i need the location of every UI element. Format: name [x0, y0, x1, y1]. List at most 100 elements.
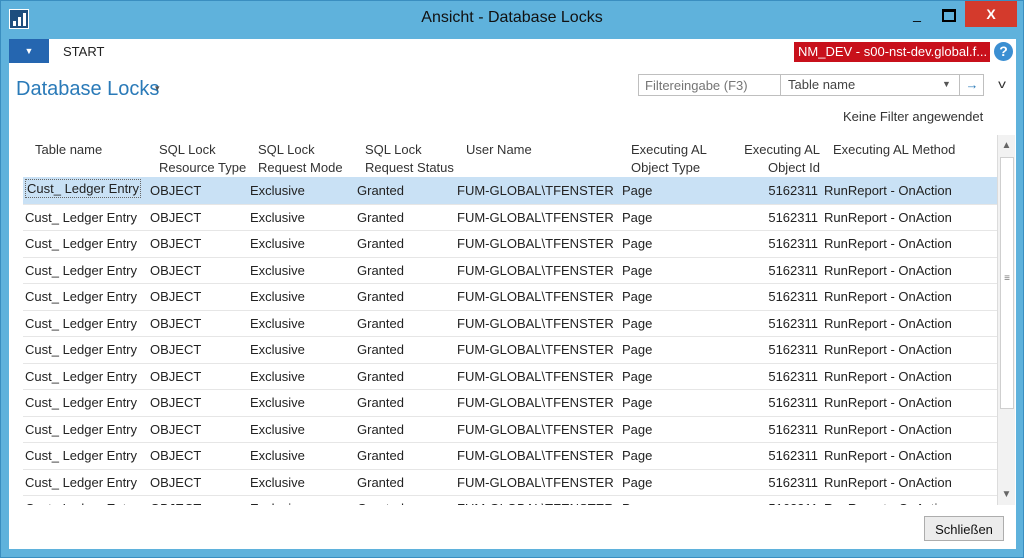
minimize-button[interactable]: _ [901, 1, 933, 27]
header-line: SQL Lock Resource Type [159, 142, 247, 175]
table-row[interactable]: Cust_ Ledger Entry OBJECT Exclusive Granted… [23, 495, 997, 505]
cell-resource-type: OBJECT [150, 421, 202, 437]
tab-start[interactable]: START [63, 44, 104, 59]
title-dropdown-icon[interactable]: ▾ [155, 83, 160, 94]
cell-user-name: FUM-GLOBAL\TFENSTER [457, 448, 614, 463]
cell-object-id: 5162311 [768, 395, 818, 410]
cell-object-type: Page [622, 209, 653, 225]
column-header-resource-type[interactable]: SQL Lock Resource Type [159, 141, 246, 177]
filter-input[interactable] [639, 75, 781, 95]
ribbon: ▼ START NM_DEV - s00-nst-dev.global.f...… [9, 39, 1016, 63]
cell-user-name: FUM-GLOBAL\TFENSTER [457, 501, 614, 505]
scrollbar-thumb[interactable]: ≡ [1000, 157, 1014, 409]
help-icon[interactable]: ? [994, 42, 1013, 61]
data-grid: Table name SQL Lock Resource Type SQL Loc… [23, 135, 997, 505]
cell-request-status: Granted [357, 236, 404, 251]
column-header-object-id[interactable]: Executing AL Object Id [744, 141, 820, 177]
cell-object-id: 5162311 [768, 342, 818, 357]
cell-object-type: Page [622, 315, 653, 331]
cell-object-id: 5162311 [768, 315, 818, 331]
header-line: SQL Lock Request Mode [258, 142, 343, 175]
dropdown-arrow-icon[interactable]: ▼ [942, 79, 951, 89]
title-bar[interactable]: Ansicht - Database Locks _ X [1, 1, 1023, 35]
cell-user-name: FUM-GLOBAL\TFENSTER [457, 342, 614, 357]
scroll-down-icon[interactable]: ▼ [998, 486, 1015, 503]
close-button[interactable]: Schließen [924, 516, 1004, 541]
header-line: SQL Lock Request Status [365, 142, 454, 175]
cell-al-method: RunReport - OnAction [824, 183, 952, 198]
cell-table-name: Cust_ Ledger Entry [25, 448, 138, 463]
cell-al-method: RunReport - OnAction [824, 236, 952, 251]
cell-al-method: RunReport - OnAction [824, 501, 952, 505]
cell-request-status: Granted [357, 183, 404, 198]
table-row[interactable]: Cust_ Ledger Entry OBJECT Exclusive Granted… [23, 177, 997, 205]
arrow-right-icon: → [965, 77, 979, 92]
cell-resource-type: OBJECT [150, 183, 202, 198]
table-row[interactable]: Cust_ Ledger Entry OBJECT Exclusive Granted… [23, 389, 997, 417]
table-row[interactable]: Cust_ Ledger Entry OBJECT Exclusive Granted… [23, 310, 997, 337]
cell-user-name: FUM-GLOBAL\TFENSTER [457, 395, 614, 410]
cell-request-mode: Exclusive [250, 368, 305, 384]
cell-table-name: Cust_ Ledger Entry [25, 501, 137, 505]
cell-table-name: Cust_ Ledger Entry [25, 474, 138, 490]
cell-request-status: Granted [357, 448, 404, 463]
table-row[interactable]: Cust_ Ledger Entry OBJECT Exclusive Granted… [23, 416, 997, 443]
cell-table-name: Cust_ Ledger Entry [25, 421, 138, 437]
table-row[interactable]: Cust_ Ledger Entry OBJECT Exclusive Granted… [23, 363, 997, 390]
column-header-table-name[interactable]: Table name [35, 141, 102, 159]
cell-object-type: Page [622, 421, 653, 437]
cell-object-id: 5162311 [768, 474, 818, 490]
cell-al-method: RunReport - OnAction [824, 342, 952, 357]
filter-field-select[interactable]: Table name [788, 77, 855, 92]
cell-request-mode: Exclusive [250, 289, 305, 304]
cell-object-type: Page [622, 262, 653, 278]
column-header-request-mode[interactable]: SQL Lock Request Mode [258, 141, 343, 177]
scroll-up-icon[interactable]: ▲ [998, 137, 1015, 154]
table-row[interactable]: Cust_ Ledger Entry OBJECT Exclusive Granted… [23, 442, 997, 470]
cell-request-status: Granted [357, 501, 404, 505]
table-row[interactable]: Cust_ Ledger Entry OBJECT Exclusive Granted… [23, 469, 997, 496]
cell-resource-type: OBJECT [150, 262, 202, 278]
cell-request-status: Granted [357, 368, 404, 384]
grip-icon: ≡ [1004, 273, 1010, 284]
cell-user-name: FUM-GLOBAL\TFENSTER [457, 421, 614, 437]
cell-table-name: Cust_ Ledger Entry [25, 209, 138, 225]
table-row[interactable]: Cust_ Ledger Entry OBJECT Exclusive Granted… [23, 230, 997, 258]
cell-al-method: RunReport - OnAction [824, 262, 952, 278]
column-header-object-type[interactable]: Executing AL Object Type [631, 141, 707, 177]
table-row[interactable]: Cust_ Ledger Entry OBJECT Exclusive Granted… [23, 204, 997, 231]
page-title[interactable]: Database Locks [16, 78, 159, 101]
cell-al-method: RunReport - OnAction [824, 209, 952, 225]
cell-object-type: Page [622, 395, 653, 410]
filter-bar: Table name ▼ → [638, 74, 984, 96]
table-row[interactable]: Cust_ Ledger Entry OBJECT Exclusive Granted… [23, 283, 997, 311]
cell-request-status: Granted [357, 209, 404, 225]
application-menu-button[interactable]: ▼ [9, 39, 49, 63]
column-header-al-method[interactable]: Executing AL Method [833, 141, 955, 159]
table-row[interactable]: Cust_ Ledger Entry OBJECT Exclusive Granted… [23, 336, 997, 364]
table-row[interactable]: Cust_ Ledger Entry OBJECT Exclusive Granted… [23, 257, 997, 284]
maximize-button[interactable] [933, 1, 965, 27]
close-window-button[interactable]: X [965, 1, 1017, 27]
cell-resource-type: OBJECT [150, 289, 202, 304]
header-line: Executing AL Object Type [631, 142, 707, 175]
cell-table-name: Cust_ Ledger Entry [25, 395, 138, 410]
cell-resource-type: OBJECT [150, 368, 202, 384]
cell-object-type: Page [622, 289, 653, 304]
cell-request-status: Granted [357, 289, 404, 304]
column-header-request-status[interactable]: SQL Lock Request Status [365, 141, 454, 177]
cell-user-name: FUM-GLOBAL\TFENSTER [457, 368, 614, 384]
cell-object-id: 5162311 [768, 262, 818, 278]
cell-object-id: 5162311 [768, 289, 818, 304]
window-title: Ansicht - Database Locks [421, 9, 603, 26]
cell-user-name: FUM-GLOBAL\TFENSTER [457, 262, 614, 278]
cell-resource-type: OBJECT [150, 236, 202, 251]
cell-request-status: Granted [357, 395, 404, 410]
cell-user-name: FUM-GLOBAL\TFENSTER [457, 474, 614, 490]
collapse-chevron-icon[interactable]: v [998, 77, 1006, 91]
vertical-scrollbar[interactable]: ▲ ≡ ▼ [997, 135, 1015, 505]
cell-request-status: Granted [357, 315, 404, 331]
apply-filter-button[interactable]: → [959, 75, 984, 95]
column-header-user-name[interactable]: User Name [466, 141, 532, 159]
cell-al-method: RunReport - OnAction [824, 474, 952, 490]
